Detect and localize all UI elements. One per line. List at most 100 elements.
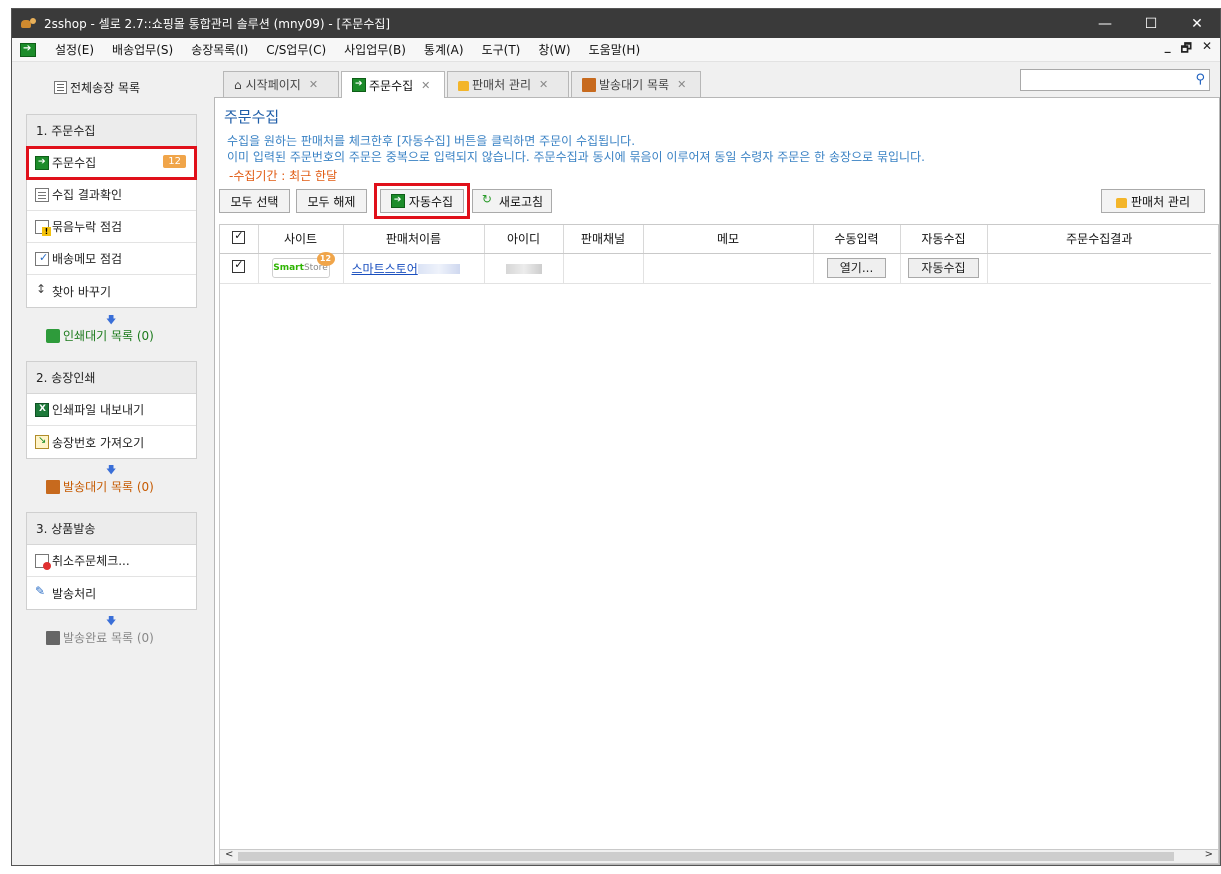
tab-close-icon[interactable]: ✕ [309,78,318,91]
search-input[interactable]: ⚲ [1020,69,1210,91]
row-auto-collect-button[interactable]: 자동수집 [908,258,979,278]
sidebar-item-label: 주문수집 [52,156,97,170]
mdi-close-button[interactable]: ✕ [1202,39,1212,60]
section-header: 2. 송장인쇄 [27,362,196,394]
scroll-left-icon[interactable]: < [225,849,233,860]
column-header: 자동수집 [900,225,988,254]
column-header: 사이트 [258,225,344,254]
title-bar: 2sshop - 셀로 2.7::쇼핑몰 통합관리 솔루션 (mny09) - … [12,9,1220,38]
select-all-button[interactable]: 모두 선택 [219,189,290,213]
page-title: 주문수집 [224,108,280,126]
sidebar-item-memo-check[interactable]: 배송메모 점검 [27,243,196,275]
seller-name-link[interactable]: 스마트스토어 [352,262,418,276]
scroll-right-icon[interactable]: > [1205,849,1213,860]
close-button[interactable]: ✕ [1174,9,1220,38]
truck-icon [46,630,60,645]
menu-purchase[interactable]: 사입업무(B) [335,41,415,58]
ship-done-link[interactable]: 발송완료 목록 (0) [46,629,154,646]
memo-check-icon [35,251,49,266]
sidebar-item-find-replace[interactable]: 찾아 바꾸기 [27,275,196,307]
mdi-minimize-button[interactable]: _ [1165,39,1171,60]
tab-label: 주문수집 [369,78,414,93]
column-header: 판매채널 [563,225,644,254]
section-invoice-print: 2. 송장인쇄 인쇄파일 내보내기 송장번호 가져오기 [26,361,197,459]
menu-invoice-list[interactable]: 송장목록(I) [182,41,257,58]
description-line-2: 이미 입력된 주문번호의 주문은 중복으로 입력되지 않습니다. 주문수집과 동… [227,150,925,164]
print-wait-link[interactable]: 인쇄대기 목록 (0) [46,327,154,344]
sidebar-item-import-invoice[interactable]: 송장번호 가져오기 [27,426,196,458]
mdi-restore-button[interactable]: 🗗 [1181,39,1192,60]
channel-cell [563,253,644,284]
seller-manage-button[interactable]: 판매처 관리 [1101,189,1205,213]
sidebar-item-label: 발송처리 [52,586,97,601]
horizontal-scrollbar[interactable]: < > [219,849,1219,864]
description-line-1: 수집을 원하는 판매처를 체크한후 [자동수집] 버튼을 클릭하면 주문이 수집… [227,134,636,148]
tab-close-icon[interactable]: ✕ [421,79,430,92]
tab-close-icon[interactable]: ✕ [539,78,548,91]
excel-icon [35,402,49,417]
sidebar-item-bundle-check[interactable]: 묶음누락 점검 [27,211,196,243]
tab-close-icon[interactable]: ✕ [677,78,686,91]
section-product-ship: 3. 상품발송 취소주문체크... 발송처리 [26,512,197,610]
tab-order-collect[interactable]: 주문수집 ✕ [341,71,445,98]
column-header: 주문수집결과 [987,225,1211,254]
menu-help[interactable]: 도움말(H) [580,41,650,58]
warning-icon [35,219,51,236]
minimize-button[interactable]: — [1082,9,1128,38]
sidebar-item-label: 묶음누락 점검 [52,220,123,234]
menu-bar: 설정(E) 배송업무(S) 송장목록(I) C/S업무(C) 사입업무(B) 통… [12,38,1220,62]
sidebar-item-label: 인쇄파일 내보내기 [52,403,145,417]
header-checkbox[interactable] [220,225,259,254]
menu-window[interactable]: 창(W) [529,41,579,58]
ship-icon [35,584,49,600]
menu-cs[interactable]: C/S업무(C) [257,41,335,58]
refresh-button[interactable]: 새로고침 [472,189,552,213]
tab-seller-manage[interactable]: 판매처 관리 ✕ [447,71,569,97]
auto-collect-button[interactable]: 자동수집 [374,183,470,219]
replace-icon [35,282,49,298]
refresh-label: 새로고침 [498,194,544,209]
printer-icon [46,328,60,343]
table-row: SmartStore 12 스마트스토어 열기... 자동수집 [220,252,1211,284]
app-logo-icon [20,17,38,31]
sidebar-item-collect-result[interactable]: 수집 결과확인 [27,179,196,211]
all-invoices-link[interactable]: 전체송장 목록 [54,79,140,96]
sidebar-item-label: 찾아 바꾸기 [52,284,112,299]
maximize-button[interactable]: ☐ [1128,9,1174,38]
deselect-all-button[interactable]: 모두 해제 [296,189,367,213]
sidebar-item-export-print[interactable]: 인쇄파일 내보내기 [27,394,196,426]
sidebar-item-cancel-check[interactable]: 취소주문체크... [27,545,196,577]
column-header: 아이디 [484,225,564,254]
tab-start-page[interactable]: ⌂ 시작페이지 ✕ [223,71,339,97]
all-invoices-label: 전체송장 목록 [70,81,141,95]
row-checkbox[interactable] [220,253,259,284]
column-header: 판매처이름 [343,225,485,254]
cancel-order-icon [35,553,51,570]
memo-cell[interactable] [643,253,814,284]
ship-done-label: 발송완료 목록 (0) [63,631,154,645]
sidebar-item-ship-process[interactable]: 발송처리 [27,577,196,609]
open-button[interactable]: 열기... [826,258,887,278]
menu-statistics[interactable]: 통계(A) [415,41,473,58]
tab-ship-wait[interactable]: 발송대기 목록 ✕ [571,71,701,97]
menu-shipping[interactable]: 배송업무(S) [103,41,182,58]
search-icon[interactable]: ⚲ [1195,72,1205,87]
menu-settings[interactable]: 설정(E) [46,41,103,58]
sidebar: 전체송장 목록 1. 주문수집 주문수집 12 수집 결과확인 묶음누락 점검 … [12,63,212,865]
import-icon [35,435,49,449]
main-content: 주문수집 수집을 원하는 판매처를 체크한후 [자동수집] 버튼을 클릭하면 주… [214,97,1220,865]
window-title: 2sshop - 셀로 2.7::쇼핑몰 통합관리 솔루션 (mny09) - … [44,17,391,31]
sidebar-item-label: 배송메모 점검 [52,252,123,266]
section-header: 1. 주문수집 [27,115,196,147]
document-icon [35,187,49,202]
sidebar-item-order-collect[interactable]: 주문수집 12 [26,146,197,180]
scroll-thumb[interactable] [238,852,1174,861]
redacted-text [417,264,460,274]
menu-tools[interactable]: 도구(T) [473,41,530,58]
seller-table: 사이트 판매처이름 아이디 판매채널 메모 수동입력 자동수집 주문수집결과 [219,224,1219,850]
redacted-text [505,263,542,274]
column-header: 수동입력 [813,225,901,254]
ship-wait-link[interactable]: 발송대기 목록 (0) [46,478,154,495]
lock-icon [458,81,469,91]
home-icon: ⌂ [234,77,242,92]
